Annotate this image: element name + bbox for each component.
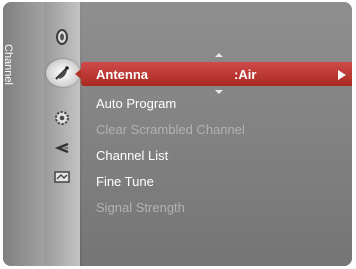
- menu-item-channel-list[interactable]: Channel List: [96, 148, 168, 163]
- scroll-up-icon: [215, 53, 223, 57]
- picture-icon[interactable]: [52, 27, 72, 47]
- input-icon[interactable]: [52, 138, 72, 158]
- antenna-value: :Air: [234, 67, 257, 82]
- setup-icon[interactable]: [52, 108, 72, 128]
- application-icon[interactable]: [52, 167, 72, 187]
- menu-item-auto-program[interactable]: Auto Program: [96, 96, 176, 111]
- menu-item-signal-strength: Signal Strength: [96, 200, 185, 215]
- menu-item-fine-tune[interactable]: Fine Tune: [96, 174, 154, 189]
- chevron-right-icon[interactable]: [338, 70, 346, 80]
- channel-icon[interactable]: [52, 63, 72, 83]
- menu-item-antenna[interactable]: Antenna: [96, 67, 148, 82]
- menu-icon-column: [44, 2, 80, 266]
- highlight-pointer: [75, 69, 81, 79]
- osd-menu: Channel Antenna:Air Auto Program Clear …: [3, 2, 352, 266]
- scroll-down-icon: [215, 90, 223, 94]
- category-bar: Channel: [3, 2, 46, 266]
- menu-item-clear-scrambled-channel: Clear Scrambled Channel: [96, 122, 245, 137]
- category-label: Channel: [3, 44, 14, 85]
